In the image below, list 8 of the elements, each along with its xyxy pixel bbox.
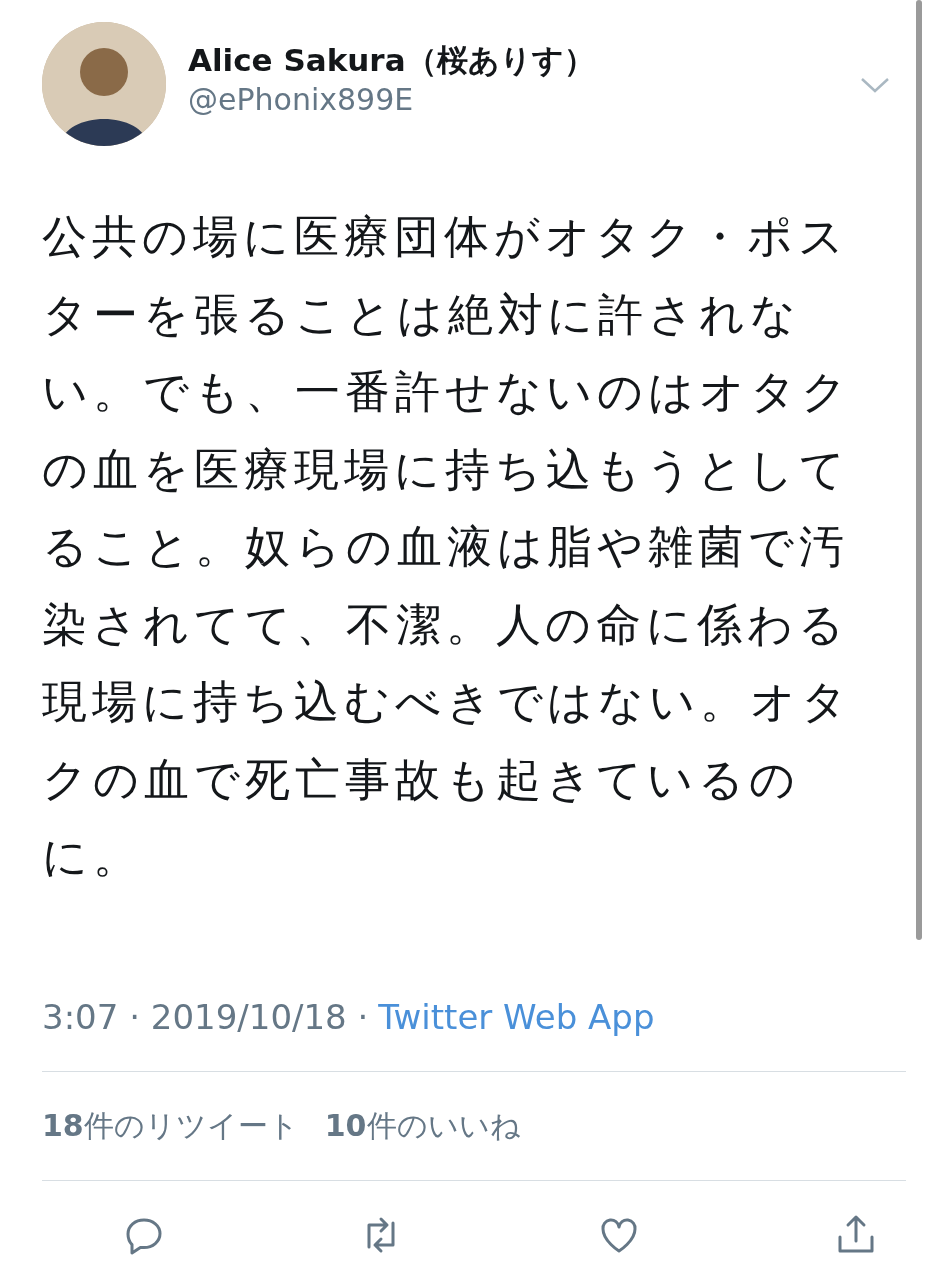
- scrollbar[interactable]: [916, 0, 922, 940]
- source-link[interactable]: Twitter Web App: [378, 991, 655, 1043]
- stat-count[interactable]: 18件のリツイート: [42, 1103, 299, 1148]
- author-name[interactable]: Alice Sakura（桜ありす）: [188, 40, 860, 80]
- tweet-timestamp: 3:07 · 2019/10/18 ·: [42, 995, 369, 1039]
- tweet-text: 公共の場に医療団体がオタク・ポスターを張ることは絶対に許されない。でも、一番許せないのはオタクの血を医療現場に持ち込もうとしてること。奴らの血液は脂や雑菌で汚染されてて、不潔。人の命に係わる現場に持ち込むべきではない。オタクの血で死亡事故も起きているのに。: [42, 209, 854, 885]
- author-handle[interactable]: @ePhonix899E: [188, 80, 860, 120]
- stat-count[interactable]: 10件のいいね: [324, 1103, 521, 1148]
